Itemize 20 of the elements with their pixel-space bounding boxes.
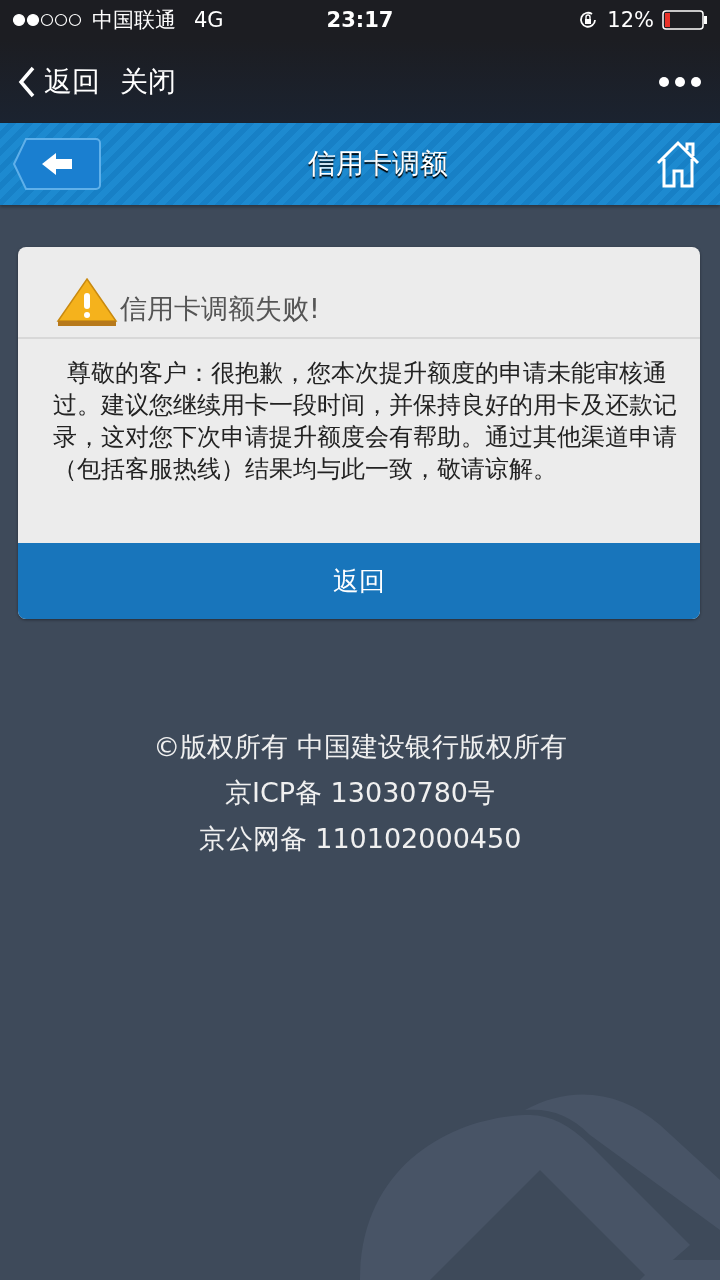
network-type: 4G xyxy=(194,8,224,32)
chevron-left-icon xyxy=(18,65,36,98)
return-button[interactable]: 返回 xyxy=(18,543,700,619)
battery-icon xyxy=(662,10,708,30)
back-arrow-icon[interactable] xyxy=(12,137,102,191)
copyright-text: 京公网备 110102000450 xyxy=(198,822,522,856)
carrier-name: 中国联通 xyxy=(92,7,176,34)
home-icon[interactable] xyxy=(654,139,702,189)
copyright-text: ©版权所有 中国建设银行版权所有 xyxy=(153,730,567,764)
back-button[interactable]: 返回 xyxy=(18,62,100,101)
warning-icon xyxy=(56,277,118,327)
signal-icon xyxy=(12,13,84,27)
page-title: 信用卡调额 xyxy=(308,146,448,182)
clock-time: 23:17 xyxy=(326,8,394,32)
close-button[interactable]: 关闭 xyxy=(120,62,176,101)
more-icon[interactable] xyxy=(658,75,702,88)
card-title: 信用卡调额失败! xyxy=(120,292,320,326)
message-text: 尊敬的客户：很抱歉，您本次提升额度的申请未能审核通过。建议您继续用卡一段时间，并保持良好的用卡及还款记录，这对您下次申请提升额度会有帮助。通过其他渠道申请（包括客服热线）结果均与此一致，敬请谅解。 xyxy=(53,358,678,485)
battery-percent: 12% xyxy=(607,8,654,32)
copyright-text: 京ICP备 13030780号 xyxy=(224,776,496,810)
